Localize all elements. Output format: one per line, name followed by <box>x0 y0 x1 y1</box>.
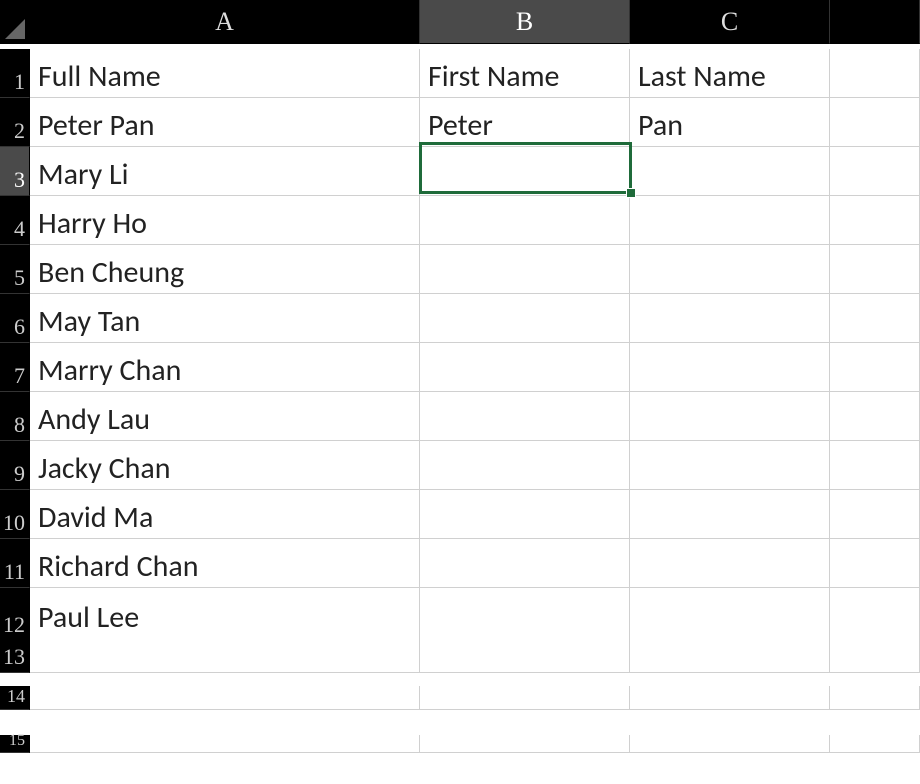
row-header-3[interactable]: 3 <box>0 147 30 196</box>
cell-A9[interactable]: Jacky Chan <box>30 441 420 490</box>
cell-D15[interactable] <box>830 735 920 753</box>
cell-B14[interactable] <box>420 686 630 710</box>
cell-B5[interactable] <box>420 245 630 294</box>
select-all-corner[interactable] <box>0 0 30 44</box>
cell-B9[interactable] <box>420 441 630 490</box>
cell-A13[interactable] <box>30 637 420 673</box>
column-header-C[interactable]: C <box>630 0 830 44</box>
cell-B12[interactable] <box>420 588 630 641</box>
fill-handle[interactable] <box>626 188 636 198</box>
cell-C14[interactable] <box>630 686 830 710</box>
cell-A3[interactable]: Mary Li <box>30 147 420 196</box>
row-header-2[interactable]: 2 <box>0 98 30 147</box>
cell-B8[interactable] <box>420 392 630 441</box>
row-header-10[interactable]: 10 <box>0 490 30 539</box>
cell-A8[interactable]: Andy Lau <box>30 392 420 441</box>
cell-C1[interactable]: Last Name <box>630 49 830 98</box>
cell-C5[interactable] <box>630 245 830 294</box>
cell-C11[interactable] <box>630 539 830 588</box>
cell-B2[interactable]: Peter <box>420 98 630 147</box>
cell-A10[interactable]: David Ma <box>30 490 420 539</box>
cell-B7[interactable] <box>420 343 630 392</box>
cell-D10[interactable] <box>830 490 920 539</box>
cell-A4[interactable]: Harry Ho <box>30 196 420 245</box>
cell-D13[interactable] <box>830 637 920 673</box>
cell-D9[interactable] <box>830 441 920 490</box>
cell-A12[interactable]: Paul Lee <box>30 588 420 641</box>
cell-C9[interactable] <box>630 441 830 490</box>
column-header-B[interactable]: B <box>420 0 630 44</box>
cell-A1[interactable]: Full Name <box>30 49 420 98</box>
cell-D14[interactable] <box>830 686 920 710</box>
row-header-14[interactable]: 14 <box>0 686 30 710</box>
cell-C3[interactable] <box>630 147 830 196</box>
cell-B4[interactable] <box>420 196 630 245</box>
row-header-8[interactable]: 8 <box>0 392 30 441</box>
cell-A11[interactable]: Richard Chan <box>30 539 420 588</box>
column-header-extra[interactable] <box>830 0 920 44</box>
cell-D6[interactable] <box>830 294 920 343</box>
cell-B6[interactable] <box>420 294 630 343</box>
cell-B13[interactable] <box>420 637 630 673</box>
column-header-A[interactable]: A <box>30 0 420 44</box>
cell-D4[interactable] <box>830 196 920 245</box>
cell-D2[interactable] <box>830 98 920 147</box>
cell-D1[interactable] <box>830 49 920 98</box>
cell-A2[interactable]: Peter Pan <box>30 98 420 147</box>
cell-D3[interactable] <box>830 147 920 196</box>
row-header-9[interactable]: 9 <box>0 441 30 490</box>
cell-A7[interactable]: Marry Chan <box>30 343 420 392</box>
cell-C8[interactable] <box>630 392 830 441</box>
cell-C10[interactable] <box>630 490 830 539</box>
row-header-1[interactable]: 1 <box>0 49 30 98</box>
cell-D5[interactable] <box>830 245 920 294</box>
cell-C2[interactable]: Pan <box>630 98 830 147</box>
row-header-4[interactable]: 4 <box>0 196 30 245</box>
cell-B3[interactable] <box>420 147 630 196</box>
cell-C7[interactable] <box>630 343 830 392</box>
row-header-13[interactable]: 13 <box>0 637 30 673</box>
cell-C12[interactable] <box>630 588 830 641</box>
spreadsheet-grid: A B C 1 Full Name First Name Last Name 2… <box>0 0 920 784</box>
cell-C6[interactable] <box>630 294 830 343</box>
row-header-12[interactable]: 12 <box>0 588 30 641</box>
cell-D11[interactable] <box>830 539 920 588</box>
cell-D7[interactable] <box>830 343 920 392</box>
cell-A6[interactable]: May Tan <box>30 294 420 343</box>
cell-A15[interactable] <box>30 735 420 753</box>
row-header-5[interactable]: 5 <box>0 245 30 294</box>
row-header-6[interactable]: 6 <box>0 294 30 343</box>
row-header-15[interactable]: 15 <box>0 735 30 753</box>
cell-A5[interactable]: Ben Cheung <box>30 245 420 294</box>
cell-A14[interactable] <box>30 686 420 710</box>
row-header-11[interactable]: 11 <box>0 539 30 588</box>
cell-B15[interactable] <box>420 735 630 753</box>
cell-B10[interactable] <box>420 490 630 539</box>
cell-B1[interactable]: First Name <box>420 49 630 98</box>
cell-C13[interactable] <box>630 637 830 673</box>
cell-D8[interactable] <box>830 392 920 441</box>
cell-C4[interactable] <box>630 196 830 245</box>
row-header-7[interactable]: 7 <box>0 343 30 392</box>
cell-C15[interactable] <box>630 735 830 753</box>
cell-D12[interactable] <box>830 588 920 641</box>
cell-B11[interactable] <box>420 539 630 588</box>
